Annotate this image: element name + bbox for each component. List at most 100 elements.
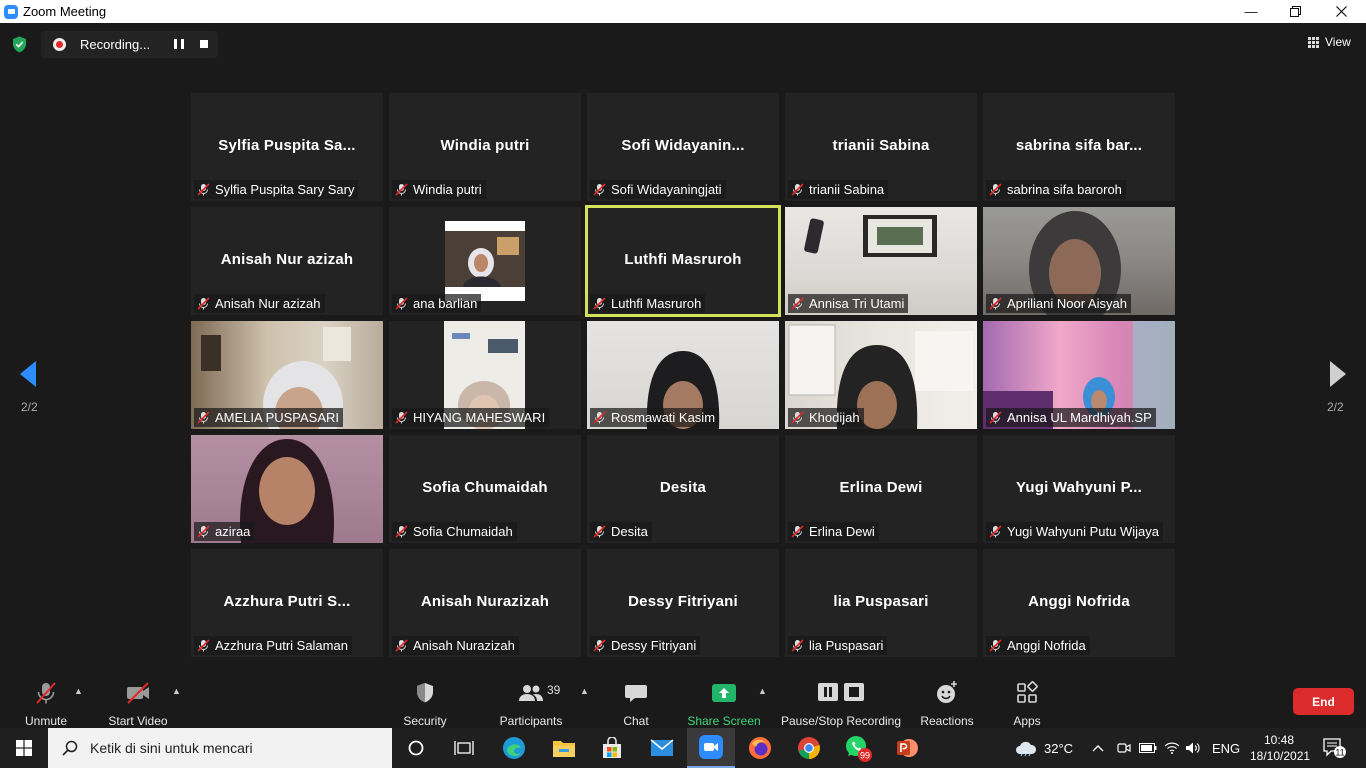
- muted-mic-icon: [593, 639, 606, 652]
- restore-icon[interactable]: [1272, 0, 1318, 23]
- microsoft-store-app-button[interactable]: [588, 728, 636, 768]
- meet-now-icon[interactable]: [1117, 728, 1131, 768]
- chat-label: Chat: [623, 714, 649, 728]
- chrome-browser-icon: [798, 737, 820, 759]
- battery-icon[interactable]: [1139, 728, 1157, 768]
- participant-name-bar: Anggi Nofrida: [986, 636, 1090, 655]
- participant-tile[interactable]: Anggi Nofrida Anggi Nofrida: [983, 549, 1175, 657]
- weather-temperature: 32°C: [1044, 740, 1074, 756]
- windows-start-button[interactable]: [0, 728, 48, 768]
- weather-widget[interactable]: 32°C: [1014, 728, 1073, 768]
- participant-name: Desita: [611, 524, 648, 539]
- participant-tile[interactable]: Annisa UL Mardhiyah.SP: [983, 321, 1175, 429]
- next-page-arrow-icon[interactable]: [1330, 361, 1346, 387]
- participant-tile[interactable]: aziraa: [191, 435, 383, 543]
- security-shield-icon: [417, 683, 433, 703]
- participant-tile[interactable]: Annisa Tri Utami: [785, 207, 977, 315]
- participant-name-bar: Sofi Widayaningjati: [590, 180, 726, 199]
- participant-display-name: Luthfi Masruroh: [624, 251, 742, 268]
- volume-icon[interactable]: [1185, 728, 1201, 768]
- participants-count: 39: [547, 683, 561, 697]
- taskbar-clock[interactable]: 10:48 18/10/2021: [1250, 732, 1310, 764]
- participant-tile[interactable]: Anisah Nur azizah Anisah Nur azizah: [191, 207, 383, 315]
- file-explorer-app-button[interactable]: [540, 728, 588, 768]
- cortana-button[interactable]: [392, 728, 440, 768]
- security-label: Security: [403, 714, 447, 728]
- start-video-button[interactable]: Start Video: [105, 672, 171, 728]
- unmute-button[interactable]: Unmute: [22, 672, 70, 728]
- reactions-button[interactable]: Reactions: [918, 672, 976, 728]
- participant-tile[interactable]: ana barlian: [389, 207, 581, 315]
- participants-button[interactable]: Participants: [498, 672, 564, 728]
- participant-tile[interactable]: Desita Desita: [587, 435, 779, 543]
- action-center-button[interactable]: 11: [1322, 728, 1348, 768]
- muted-mic-icon: [989, 525, 1002, 538]
- participant-display-name: Anisah Nurazizah: [420, 593, 550, 610]
- prev-page-indicator: 2/2: [21, 400, 38, 414]
- participant-tile[interactable]: HIYANG MAHESWARI: [389, 321, 581, 429]
- close-icon[interactable]: [1318, 0, 1364, 23]
- participant-tile[interactable]: Rosmawati Kasim: [587, 321, 779, 429]
- encryption-shield-icon[interactable]: [12, 36, 27, 53]
- video-options-chevron-icon[interactable]: ▲: [172, 686, 181, 696]
- participant-tile[interactable]: Khodijah: [785, 321, 977, 429]
- taskbar-search-box[interactable]: Ketik di sini untuk mencari: [48, 728, 392, 768]
- pause-recording-icon[interactable]: [174, 39, 184, 49]
- minimize-icon[interactable]: —: [1228, 0, 1274, 23]
- participant-video-feed: [445, 221, 525, 301]
- zoom-app-button[interactable]: [687, 728, 735, 768]
- apps-button[interactable]: Apps: [1004, 672, 1050, 728]
- participant-name: Dessy Fitriyani: [611, 638, 697, 653]
- participant-tile[interactable]: Anisah Nurazizah Anisah Nurazizah: [389, 549, 581, 657]
- participant-display-name: sabrina sifa bar...: [1015, 137, 1143, 154]
- zoom-app-icon: [699, 735, 723, 759]
- participant-tile-active-speaker[interactable]: Luthfi Masruroh Luthfi Masruroh: [585, 205, 781, 317]
- participant-tile[interactable]: Azzhura Putri S... Azzhura Putri Salaman: [191, 549, 383, 657]
- security-button[interactable]: Security: [400, 672, 450, 728]
- participant-name: Anisah Nurazizah: [413, 638, 515, 653]
- apps-icon: [1017, 681, 1038, 703]
- view-label: View: [1325, 35, 1351, 49]
- share-options-chevron-icon[interactable]: ▲: [758, 686, 767, 696]
- participant-tile[interactable]: lia Puspasari lia Puspasari: [785, 549, 977, 657]
- participant-tile[interactable]: Sofi Widayanin... Sofi Widayaningjati: [587, 93, 779, 201]
- participant-name: Rosmawati Kasim: [611, 410, 716, 425]
- participant-tile[interactable]: Sylfia Puspita Sa... Sylfia Puspita Sary…: [191, 93, 383, 201]
- previous-page-arrow-icon[interactable]: [20, 361, 36, 387]
- mail-app-button[interactable]: [638, 728, 686, 768]
- end-meeting-button[interactable]: End: [1293, 688, 1354, 715]
- participant-tile[interactable]: Dessy Fitriyani Dessy Fitriyani: [587, 549, 779, 657]
- participant-display-name: Sylfia Puspita Sa...: [218, 137, 356, 154]
- pause-stop-recording-button[interactable]: Pause/Stop Recording: [780, 672, 902, 728]
- participant-tile[interactable]: Sofia Chumaidah Sofia Chumaidah: [389, 435, 581, 543]
- participant-display-name: trianii Sabina: [832, 137, 930, 154]
- audio-options-chevron-icon[interactable]: ▲: [74, 686, 83, 696]
- participant-tile[interactable]: trianii Sabina trianii Sabina: [785, 93, 977, 201]
- edge-app-button[interactable]: [490, 728, 538, 768]
- participant-tile[interactable]: AMELIA PUSPASARI: [191, 321, 383, 429]
- participant-name: Sylfia Puspita Sary Sary: [215, 182, 355, 197]
- chrome-app-button[interactable]: [785, 728, 833, 768]
- pause-stop-recording-icon: [818, 683, 864, 701]
- participants-options-chevron-icon[interactable]: ▲: [580, 686, 589, 696]
- firefox-app-button[interactable]: [736, 728, 784, 768]
- powerpoint-app-button[interactable]: [883, 728, 931, 768]
- participant-name-bar: Annisa Tri Utami: [788, 294, 909, 313]
- participant-tile[interactable]: sabrina sifa bar... sabrina sifa baroroh: [983, 93, 1175, 201]
- tray-overflow-chevron-icon[interactable]: [1092, 728, 1104, 768]
- participant-name-bar: Annisa UL Mardhiyah.SP: [986, 408, 1156, 427]
- input-language-indicator[interactable]: ENG: [1212, 728, 1240, 768]
- view-button[interactable]: View: [1308, 35, 1351, 49]
- task-view-button[interactable]: [440, 728, 488, 768]
- wifi-icon[interactable]: [1164, 728, 1180, 768]
- participant-tile[interactable]: Apriliani Noor Aisyah: [983, 207, 1175, 315]
- participant-tile[interactable]: Erlina Dewi Erlina Dewi: [785, 435, 977, 543]
- whatsapp-app-button[interactable]: 99: [834, 728, 882, 768]
- stop-recording-icon[interactable]: [200, 40, 208, 48]
- participant-tile[interactable]: Yugi Wahyuni P... Yugi Wahyuni Putu Wija…: [983, 435, 1175, 543]
- chat-button[interactable]: Chat: [614, 672, 658, 728]
- participant-name-bar: Desita: [590, 522, 652, 541]
- participant-tile[interactable]: Windia putri Windia putri: [389, 93, 581, 201]
- participant-name-bar: sabrina sifa baroroh: [986, 180, 1126, 199]
- share-screen-button[interactable]: Share Screen: [687, 672, 761, 728]
